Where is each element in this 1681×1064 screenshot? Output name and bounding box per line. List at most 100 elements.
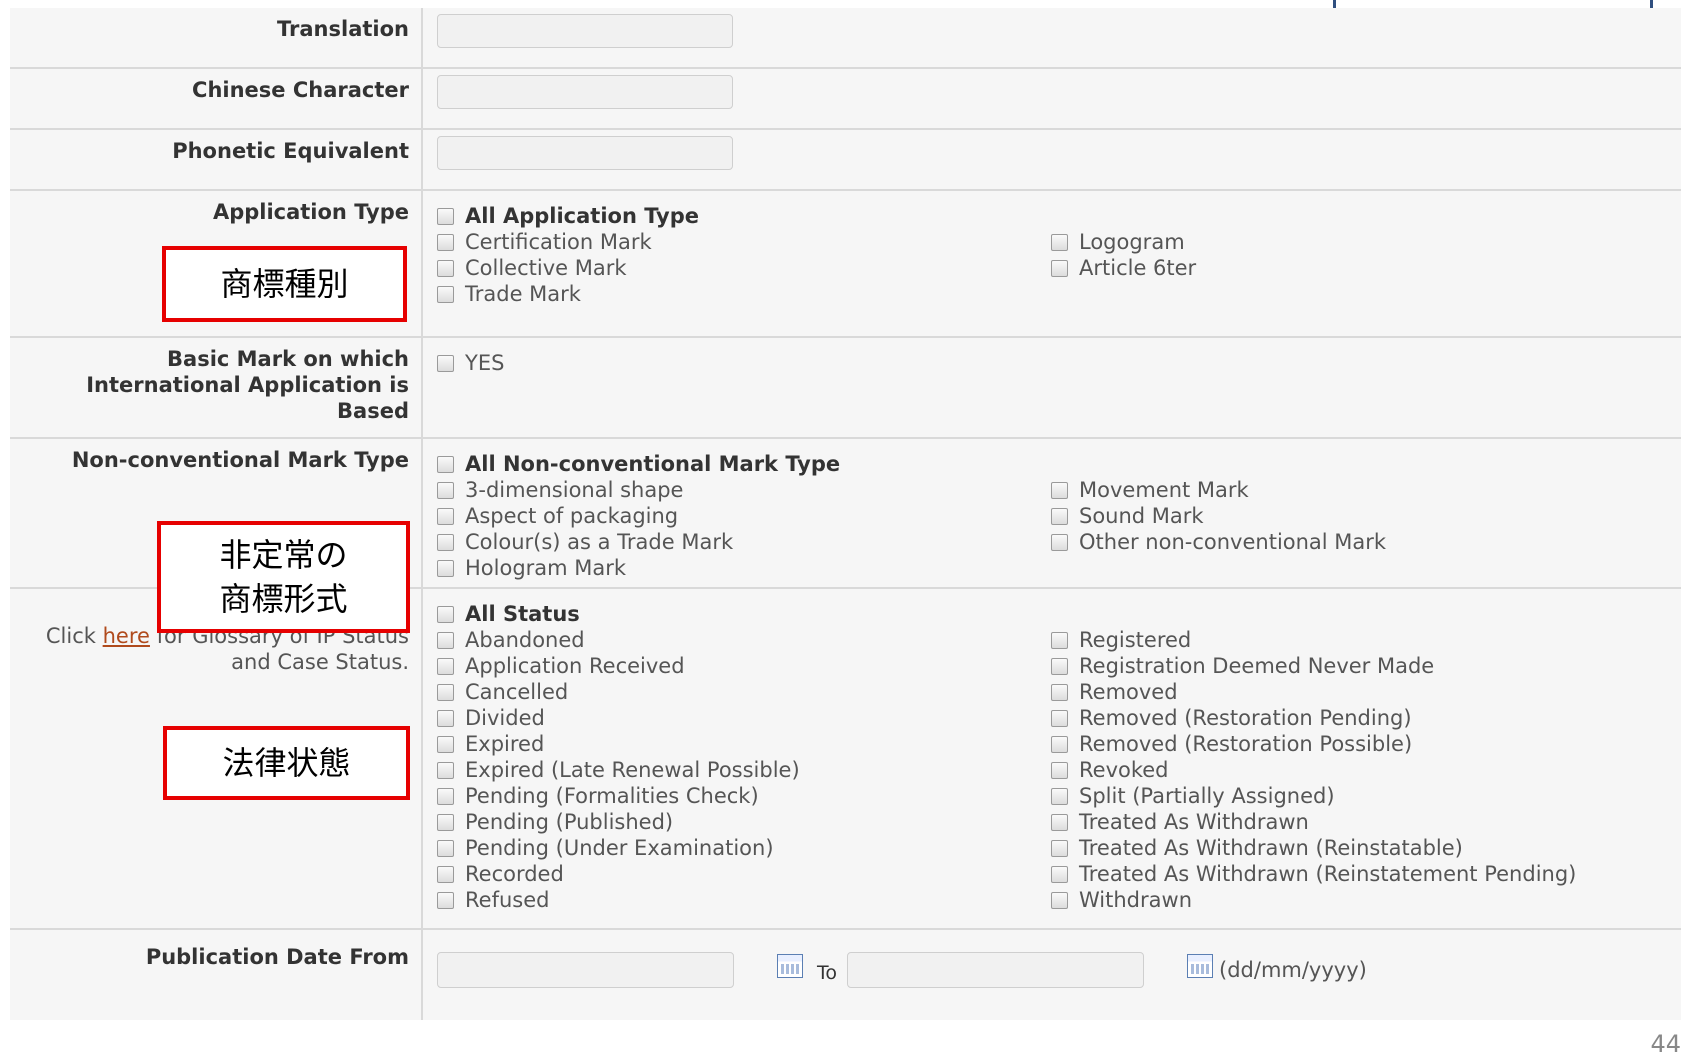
publication-date-to-input[interactable]	[847, 952, 1145, 988]
status-option[interactable]: Removed (Restoration Possible)	[1051, 731, 1665, 757]
checkbox[interactable]	[1051, 709, 1068, 727]
status-option[interactable]: Treated As Withdrawn (Reinstatement Pend…	[1051, 861, 1665, 887]
calendar-icon[interactable]	[1187, 954, 1214, 978]
checkbox[interactable]	[437, 207, 454, 225]
sound-mark-option[interactable]: Sound Mark	[1051, 503, 1665, 529]
basic-mark-label: Basic Mark on which International Applic…	[10, 338, 423, 437]
status-option[interactable]: Removed	[1051, 679, 1665, 705]
status-option[interactable]: Treated As Withdrawn (Reinstatable)	[1051, 835, 1665, 861]
annotation-status: 法律状態	[163, 726, 410, 800]
date-format-hint: (dd/mm/yyyy)	[1219, 958, 1367, 982]
checkbox[interactable]	[1051, 233, 1068, 251]
checkbox[interactable]	[437, 865, 454, 883]
publication-date-from-input[interactable]	[437, 952, 734, 988]
checkbox[interactable]	[437, 813, 454, 831]
checkbox[interactable]	[437, 683, 454, 701]
checkbox[interactable]	[1051, 533, 1068, 551]
status-option[interactable]: Removed (Restoration Pending)	[1051, 705, 1665, 731]
glossary-link[interactable]: here	[103, 624, 150, 648]
checkbox[interactable]	[1051, 507, 1068, 525]
checkbox[interactable]	[437, 455, 454, 473]
checkbox[interactable]	[437, 481, 454, 499]
checkbox[interactable]	[437, 507, 454, 525]
checkbox[interactable]	[437, 233, 454, 251]
checkbox[interactable]	[437, 839, 454, 857]
status-option[interactable]: Revoked	[1051, 757, 1665, 783]
all-status-option[interactable]: All Status	[437, 601, 1667, 627]
checkbox[interactable]	[437, 709, 454, 727]
phonetic-equivalent-label: Phonetic Equivalent	[10, 130, 423, 189]
status-option[interactable]: Cancelled	[437, 679, 1051, 705]
checkbox[interactable]	[1051, 481, 1068, 499]
status-option[interactable]: Registered	[1051, 627, 1665, 653]
status-option[interactable]: Refused	[437, 887, 1051, 913]
translation-row: Translation	[10, 8, 1681, 69]
status-option[interactable]: Recorded	[437, 861, 1051, 887]
checkbox[interactable]	[1051, 839, 1068, 857]
status-option[interactable]: Abandoned	[437, 627, 1051, 653]
logogram-option[interactable]: Logogram	[1051, 229, 1665, 255]
status-option[interactable]: Pending (Under Examination)	[437, 835, 1051, 861]
checkbox[interactable]	[1051, 657, 1068, 675]
checkbox[interactable]	[1051, 631, 1068, 649]
checkbox[interactable]	[1051, 761, 1068, 779]
hologram-mark-option[interactable]: Hologram Mark	[437, 555, 1051, 581]
basic-mark-row: Basic Mark on which International Applic…	[10, 338, 1681, 439]
status-option[interactable]: Withdrawn	[1051, 887, 1665, 913]
status-option[interactable]: Expired	[437, 731, 1051, 757]
chinese-character-label: Chinese Character	[10, 69, 423, 128]
checkbox[interactable]	[1051, 787, 1068, 805]
basic-mark-yes-option[interactable]: YES	[437, 350, 1667, 376]
phonetic-equivalent-input[interactable]	[437, 136, 733, 170]
checkbox[interactable]	[437, 761, 454, 779]
calendar-icon[interactable]	[777, 954, 803, 978]
publication-date-label: Publication Date From	[10, 930, 423, 1020]
chinese-character-row: Chinese Character	[10, 69, 1681, 130]
collective-mark-option[interactable]: Collective Mark	[437, 255, 1051, 281]
status-option[interactable]: Pending (Published)	[437, 809, 1051, 835]
checkbox[interactable]	[437, 735, 454, 753]
other-non-conventional-option[interactable]: Other non-conventional Mark	[1051, 529, 1665, 555]
status-option[interactable]: Treated As Withdrawn	[1051, 809, 1665, 835]
checkbox[interactable]	[1051, 735, 1068, 753]
colours-option[interactable]: Colour(s) as a Trade Mark	[437, 529, 1051, 555]
checkbox[interactable]	[437, 787, 454, 805]
article-6ter-option[interactable]: Article 6ter	[1051, 255, 1665, 281]
translation-label: Translation	[10, 8, 423, 67]
aspect-of-packaging-option[interactable]: Aspect of packaging	[437, 503, 1051, 529]
status-option[interactable]: Registration Deemed Never Made	[1051, 653, 1665, 679]
checkbox[interactable]	[437, 605, 454, 623]
movement-mark-option[interactable]: Movement Mark	[1051, 477, 1665, 503]
checkbox[interactable]	[437, 657, 454, 675]
phonetic-equivalent-row: Phonetic Equivalent	[10, 130, 1681, 191]
translation-input[interactable]	[437, 14, 733, 48]
all-application-type-option[interactable]: All Application Type	[437, 203, 1667, 229]
checkbox[interactable]	[437, 559, 454, 577]
3d-shape-option[interactable]: 3-dimensional shape	[437, 477, 1051, 503]
checkbox[interactable]	[1051, 891, 1068, 909]
search-form: Translation Chinese Character Phonetic E…	[10, 8, 1681, 1020]
status-option[interactable]: Application Received	[437, 653, 1051, 679]
page-number: 44	[1650, 1030, 1681, 1058]
checkbox[interactable]	[1051, 259, 1068, 277]
status-option[interactable]: Split (Partially Assigned)	[1051, 783, 1665, 809]
checkbox[interactable]	[437, 891, 454, 909]
trade-mark-option[interactable]: Trade Mark	[437, 281, 1051, 307]
checkbox[interactable]	[437, 354, 454, 372]
status-option[interactable]: Pending (Formalities Check)	[437, 783, 1051, 809]
status-option[interactable]: Divided	[437, 705, 1051, 731]
publication-date-row: Publication Date From To (dd/mm/yyyy)	[10, 930, 1681, 1020]
certification-mark-option[interactable]: Certification Mark	[437, 229, 1051, 255]
checkbox[interactable]	[437, 285, 454, 303]
to-label: To	[817, 962, 838, 984]
checkbox[interactable]	[1051, 683, 1068, 701]
chinese-character-input[interactable]	[437, 75, 733, 109]
checkbox[interactable]	[437, 259, 454, 277]
checkbox[interactable]	[1051, 813, 1068, 831]
all-non-conventional-option[interactable]: All Non-conventional Mark Type	[437, 451, 1667, 477]
status-option[interactable]: Expired (Late Renewal Possible)	[437, 757, 1051, 783]
annotation-application-type: 商標種別	[162, 246, 407, 322]
checkbox[interactable]	[437, 533, 454, 551]
checkbox[interactable]	[437, 631, 454, 649]
checkbox[interactable]	[1051, 865, 1068, 883]
